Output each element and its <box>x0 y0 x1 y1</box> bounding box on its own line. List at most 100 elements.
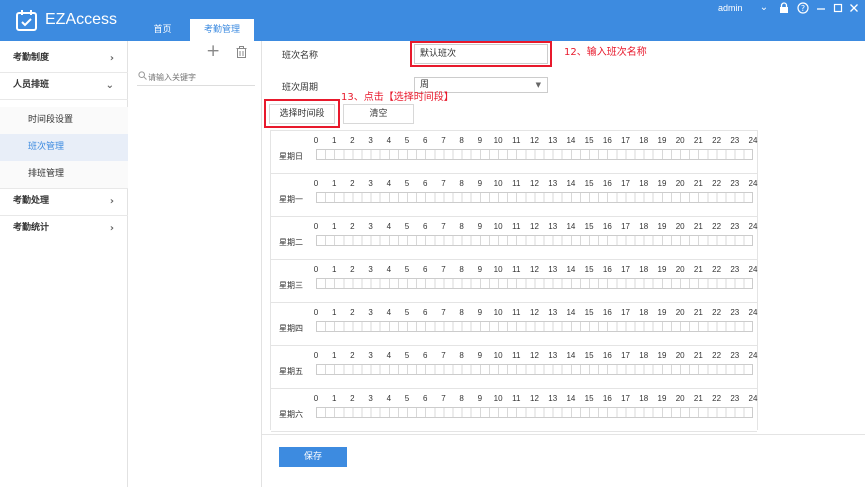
search-box <box>137 69 255 86</box>
hour-label: 15 <box>584 222 594 231</box>
hour-label: 20 <box>675 222 685 231</box>
sidebar-group-attendance-rules[interactable]: 考勤制度 › <box>0 45 128 72</box>
hour-label: 2 <box>350 179 355 188</box>
hour-label: 7 <box>441 222 446 231</box>
hour-label: 0 <box>313 351 319 360</box>
close-icon[interactable] <box>848 2 860 14</box>
hour-label: 17 <box>621 351 630 360</box>
search-icon <box>138 71 147 80</box>
hour-label: 23 <box>730 308 740 317</box>
hour-label: 20 <box>675 136 685 145</box>
time-slot-grid[interactable] <box>316 192 753 203</box>
hour-label: 18 <box>639 222 649 231</box>
day-row: 星期日 0 1 2 3 4 5 6 7 8 9 10 11 12 13 14 15 16 17 18 19 20 21 22 2… <box>271 131 757 174</box>
time-slot-grid[interactable] <box>316 235 753 246</box>
tab-home[interactable]: 首页 <box>140 19 185 41</box>
hour-label: 13 <box>548 265 558 274</box>
hour-label: 22 <box>712 394 722 403</box>
hour-label: 1 <box>331 265 337 274</box>
sidebar-item-shift-management[interactable]: 班次管理 <box>0 134 128 161</box>
user-name[interactable]: admin <box>718 3 743 13</box>
hour-label: 6 <box>423 136 428 145</box>
hour-label: 8 <box>459 308 464 317</box>
hour-label: 3 <box>368 179 373 188</box>
hour-label: 15 <box>584 136 594 145</box>
sidebar-group-attendance-processing[interactable]: 考勤处理 › <box>0 188 128 215</box>
sidebar-group-attendance-statistics[interactable]: 考勤统计 › <box>0 215 128 242</box>
hour-label: 19 <box>657 179 667 188</box>
minimize-icon[interactable] <box>815 2 827 14</box>
tab-attendance-management[interactable]: 考勤管理 <box>190 19 254 41</box>
hour-label: 21 <box>693 222 703 231</box>
time-slot-grid[interactable] <box>316 321 753 332</box>
hour-label: 9 <box>477 222 483 231</box>
annotation-step13: 13、点击【选择时间段】 <box>341 92 454 103</box>
sidebar-group-shift-scheduling[interactable]: 人员排班 ⌄ <box>0 72 128 99</box>
clear-button[interactable]: 清空 <box>343 104 414 124</box>
hour-label: 17 <box>621 222 630 231</box>
hour-label: 12 <box>530 136 539 145</box>
day-label: 星期日 <box>279 152 303 161</box>
hour-label: 18 <box>639 351 649 360</box>
sidebar-item-label: 时间段设置 <box>28 115 74 125</box>
shift-list-panel: + <box>129 41 262 487</box>
day-row: 星期三 0 1 2 3 4 5 6 7 8 9 10 11 12 13 14 15 16 17 18 19 20 21 22 2… <box>271 260 757 303</box>
save-button[interactable]: 保存 <box>279 447 347 467</box>
hour-label: 20 <box>675 394 685 403</box>
add-icon[interactable]: + <box>206 41 220 61</box>
lock-icon[interactable] <box>778 2 790 14</box>
hour-label: 6 <box>423 308 428 317</box>
trash-icon[interactable] <box>236 46 247 58</box>
hour-label: 5 <box>404 308 410 317</box>
hour-label: 12 <box>530 222 539 231</box>
hour-label: 5 <box>404 222 410 231</box>
hour-label: 18 <box>639 394 649 403</box>
hour-label: 8 <box>459 265 464 274</box>
hour-label: 21 <box>693 394 703 403</box>
hour-label: 4 <box>386 308 392 317</box>
hour-label: 1 <box>331 222 337 231</box>
hour-label: 1 <box>331 136 337 145</box>
hour-label: 10 <box>493 394 503 403</box>
divider <box>262 434 865 435</box>
hour-label: 3 <box>368 222 373 231</box>
hour-label: 20 <box>675 179 685 188</box>
hour-label: 23 <box>730 394 740 403</box>
hour-label: 11 <box>512 136 521 145</box>
hour-label: 4 <box>386 265 392 274</box>
hour-label: 15 <box>584 351 594 360</box>
time-slot-grid[interactable] <box>316 407 753 418</box>
hour-label: 4 <box>386 136 392 145</box>
hour-label: 10 <box>493 222 503 231</box>
shift-name-label: 班次名称 <box>282 51 319 61</box>
hour-label: 17 <box>621 179 630 188</box>
time-slot-grid[interactable] <box>316 149 753 160</box>
hour-label: 11 <box>512 265 521 274</box>
hour-label: 24 <box>748 351 758 360</box>
hour-label: 0 <box>313 179 319 188</box>
divider <box>0 99 128 100</box>
hour-label: 2 <box>350 394 355 403</box>
calendar-check-icon <box>16 10 37 31</box>
time-slot-grid[interactable] <box>316 278 753 289</box>
search-input[interactable] <box>148 70 252 84</box>
day-label: 星期一 <box>279 195 303 204</box>
time-slot-grid[interactable] <box>316 364 753 375</box>
hour-label: 1 <box>331 308 337 317</box>
hour-label: 24 <box>748 265 758 274</box>
chevron-down-icon[interactable]: ⌄ <box>758 2 770 14</box>
help-icon[interactable]: ? <box>797 2 809 14</box>
hour-label: 7 <box>441 265 446 274</box>
hour-label: 4 <box>386 351 392 360</box>
sidebar-item-schedule-management[interactable]: 排班管理 <box>0 161 128 188</box>
maximize-icon[interactable] <box>832 2 844 14</box>
hour-label: 2 <box>350 351 355 360</box>
hour-label: 11 <box>512 222 521 231</box>
hour-label: 0 <box>313 265 319 274</box>
sidebar-item-time-period-settings[interactable]: 时间段设置 <box>0 107 128 134</box>
day-label: 星期三 <box>279 281 303 290</box>
top-bar: EZAccess 首页 考勤管理 admin ⌄ ? <box>0 0 865 41</box>
hour-label: 16 <box>602 394 612 403</box>
hour-label: 12 <box>530 308 539 317</box>
hour-label: 10 <box>493 308 503 317</box>
